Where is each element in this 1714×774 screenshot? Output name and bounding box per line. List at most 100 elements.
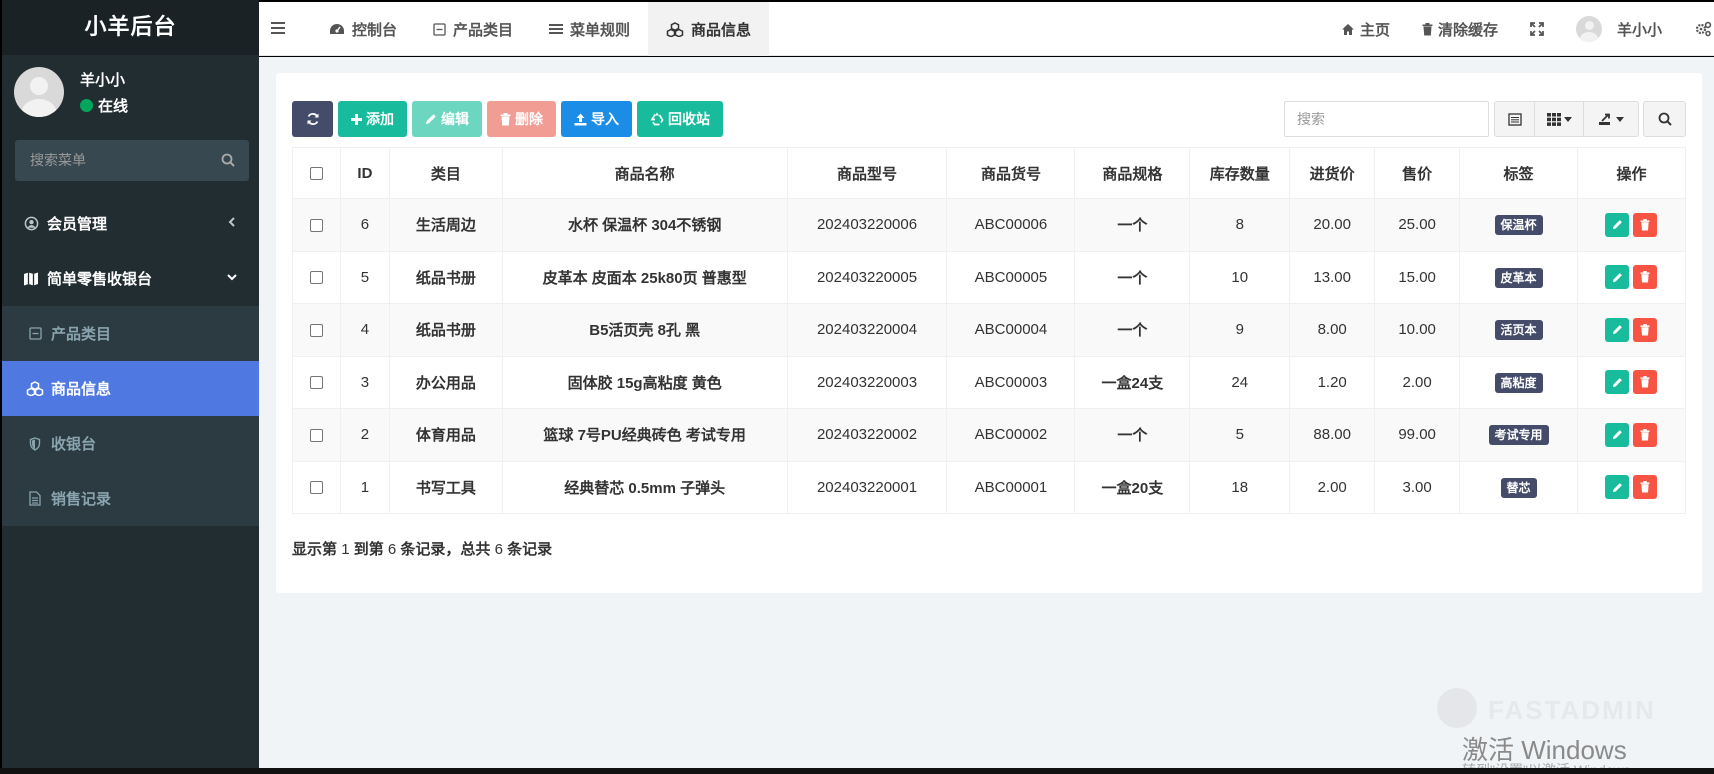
settings-button[interactable] <box>1678 2 1714 56</box>
row-checkbox[interactable] <box>309 376 323 390</box>
cell-model: 202403220006 <box>786 198 948 252</box>
user-menu[interactable]: 羊小小 <box>1560 2 1678 56</box>
table-row[interactable]: 6 生活周边 水杯 保温杯 304不锈钢 202403220006 ABC00006 一个… <box>292 198 1687 252</box>
refresh-button[interactable] <box>292 101 333 137</box>
table-row[interactable]: 1 书写工具 经典替芯 0.5mm 子弹头 202403220001 ABC00001 一… <box>292 460 1687 514</box>
sidebar-item-cashier[interactable]: 收银台 <box>2 416 259 471</box>
row-edit-button[interactable] <box>1605 475 1630 500</box>
column-header[interactable]: ID <box>339 147 390 199</box>
sidebar-item-goods[interactable]: 商品信息 <box>2 361 259 416</box>
row-checkbox[interactable] <box>309 428 323 442</box>
cell-sale-price: 3.00 <box>1374 460 1461 514</box>
clear-cache-button[interactable]: 清除缓存 <box>1406 2 1514 56</box>
pager-from: 1 <box>341 541 350 558</box>
caret-down-icon <box>1563 116 1572 122</box>
home-icon <box>1341 23 1354 35</box>
row-delete-button[interactable] <box>1633 265 1658 290</box>
cell-category: 纸品书册 <box>388 250 503 304</box>
sidebar-item-sales[interactable]: 销售记录 <box>2 471 259 526</box>
row-delete-button[interactable] <box>1633 422 1658 447</box>
export-dropdown-button[interactable] <box>1583 101 1639 137</box>
cell-cost-price: 2.00 <box>1289 460 1376 514</box>
sidebar-item-category[interactable]: 产品类目 <box>2 306 259 361</box>
column-header[interactable]: 进货价 <box>1289 147 1376 199</box>
tab-category[interactable]: 产品类目 <box>415 2 531 56</box>
trash-icon <box>1640 481 1651 493</box>
column-header[interactable]: 商品名称 <box>501 147 788 199</box>
cell-id: 5 <box>339 250 390 304</box>
pencil-icon <box>1612 272 1622 282</box>
recycle-label: 回收站 <box>668 111 710 127</box>
brand-logo[interactable]: 小羊后台 <box>2 0 259 55</box>
search-toggle-button[interactable] <box>1643 101 1686 137</box>
tab-menu-rules[interactable]: 菜单规则 <box>531 2 648 56</box>
pencil-icon <box>1612 430 1622 440</box>
row-checkbox[interactable] <box>309 218 323 232</box>
cell-sku: ABC00004 <box>946 303 1076 357</box>
sidebar-search-input[interactable]: 搜索菜单 <box>15 140 249 181</box>
hamburger-menu-icon[interactable] <box>271 20 289 36</box>
cell-category: 纸品书册 <box>388 303 503 357</box>
table-row[interactable]: 3 办公用品 固体胶 15g高粘度 黄色 202403220003 ABC00003 一盒… <box>292 355 1687 409</box>
tab-dashboard[interactable]: 控制台 <box>311 2 415 56</box>
cell-product-name: B5活页壳 8孔 黑 <box>501 303 788 357</box>
goods-table: ID 类目 商品名称 商品型号 商品货号 商品规格 库存数量 进货价 售价 标签… <box>292 147 1687 514</box>
cell-stock: 5 <box>1189 408 1291 462</box>
tab-goods[interactable]: 商品信息 <box>648 2 770 56</box>
table-row[interactable]: 4 纸品书册 B5活页壳 8孔 黑 202403220004 ABC00004 一个 9 8.… <box>292 303 1687 357</box>
table-row[interactable]: 5 纸品书册 皮革本 皮面本 25k80页 普惠型 202403220005 ABC00… <box>292 250 1687 304</box>
column-header[interactable]: 商品型号 <box>786 147 948 199</box>
cell-stock: 8 <box>1189 198 1291 252</box>
cell-id: 3 <box>339 355 390 409</box>
pencil-icon <box>1612 482 1622 492</box>
row-checkbox[interactable] <box>309 481 323 495</box>
cubes-icon <box>26 380 44 398</box>
row-delete-button[interactable] <box>1633 212 1658 237</box>
pager-text: 到第 <box>353 541 384 558</box>
pagination-info: 显示第 1 到第 6 条记录，总共 6 条记录 <box>292 538 552 559</box>
recycle-bin-button[interactable]: 回收站 <box>637 101 723 137</box>
column-header[interactable]: 标签 <box>1459 147 1578 199</box>
column-header[interactable]: 库存数量 <box>1189 147 1291 199</box>
pager-text: 条记录，总共 <box>400 541 491 558</box>
cubes-icon <box>666 21 684 37</box>
sidebar-search-placeholder: 搜索菜单 <box>30 152 86 168</box>
sidebar-item-member[interactable]: 会员管理 <box>2 196 259 251</box>
row-edit-button[interactable] <box>1605 317 1630 342</box>
row-delete-button[interactable] <box>1633 475 1658 500</box>
cell-sale-price: 10.00 <box>1374 303 1461 357</box>
row-edit-button[interactable] <box>1605 422 1630 447</box>
trash-icon <box>1640 376 1651 388</box>
row-edit-button[interactable] <box>1605 265 1630 290</box>
table-search-input[interactable]: 搜索 <box>1284 101 1489 137</box>
row-delete-button[interactable] <box>1633 370 1658 395</box>
row-edit-button[interactable] <box>1605 370 1630 395</box>
columns-dropdown-button[interactable] <box>1534 101 1584 137</box>
cell-cost-price: 1.20 <box>1289 355 1376 409</box>
tag-badge: 活页本 <box>1494 320 1543 341</box>
cell-sale-price: 15.00 <box>1374 250 1461 304</box>
column-header[interactable]: 售价 <box>1374 147 1461 199</box>
add-button[interactable]: 添加 <box>338 101 407 137</box>
tab-label: 商品信息 <box>691 21 752 39</box>
file-text-icon <box>26 490 44 508</box>
delete-button[interactable]: 删除 <box>487 101 556 137</box>
fullscreen-button[interactable] <box>1514 2 1560 56</box>
column-header[interactable]: 类目 <box>388 147 503 199</box>
import-button[interactable]: 导入 <box>561 101 632 137</box>
row-edit-button[interactable] <box>1605 212 1630 237</box>
column-header[interactable]: 商品规格 <box>1074 147 1191 199</box>
edit-button[interactable]: 编辑 <box>412 101 482 137</box>
select-all-checkbox[interactable] <box>309 167 323 181</box>
row-delete-button[interactable] <box>1633 317 1658 342</box>
row-select-cell <box>292 198 341 252</box>
row-checkbox[interactable] <box>309 323 323 337</box>
toggle-view-button[interactable] <box>1494 101 1535 137</box>
row-checkbox[interactable] <box>309 271 323 285</box>
home-link[interactable]: 主页 <box>1325 2 1406 56</box>
table-row[interactable]: 2 体育用品 篮球 7号PU经典砖色 考试专用 202403220002 ABC0000… <box>292 408 1687 462</box>
row-select-cell <box>292 408 341 462</box>
column-header[interactable]: 商品货号 <box>946 147 1076 199</box>
cell-actions <box>1576 198 1687 252</box>
sidebar-item-retail[interactable]: 简单零售收银台 <box>2 251 259 306</box>
